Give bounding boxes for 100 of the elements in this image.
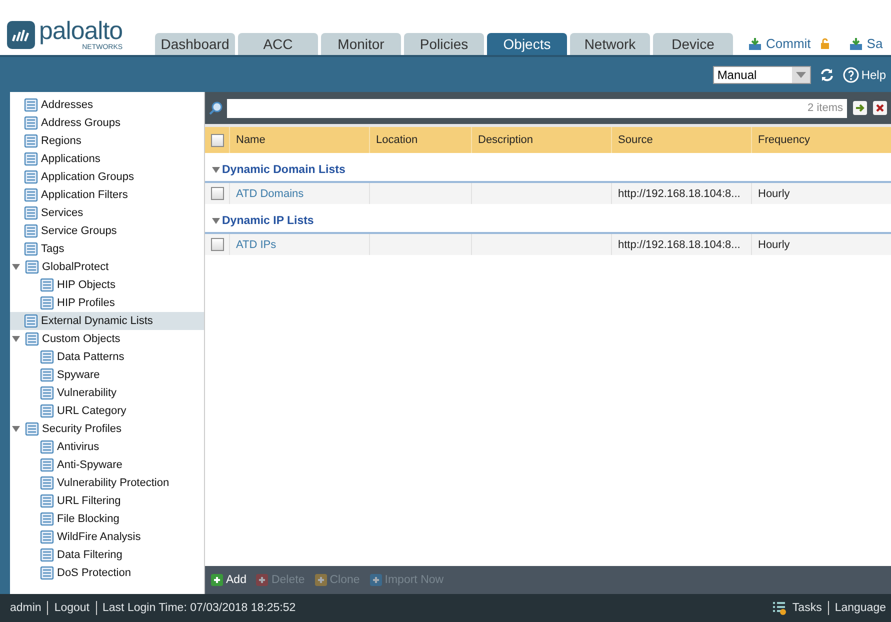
- sidebar-item[interactable]: GlobalProtect: [10, 258, 204, 276]
- list-icon: [40, 566, 54, 580]
- list-icon: [40, 512, 54, 526]
- logo-icon: [7, 21, 35, 49]
- commit-icon: [748, 36, 762, 50]
- sidebar-item[interactable]: HIP Profiles: [10, 294, 204, 312]
- list-icon: [40, 368, 54, 382]
- sidebar-item[interactable]: Addresses: [10, 96, 204, 114]
- sidebar-item[interactable]: Services: [10, 204, 204, 222]
- sidebar-item[interactable]: URL Category: [10, 402, 204, 420]
- sidebar-item[interactable]: Application Filters: [10, 186, 204, 204]
- list-icon: [25, 422, 39, 436]
- plus-icon: [314, 574, 327, 586]
- refresh-icon[interactable]: [820, 68, 834, 82]
- item-count: 2 items: [808, 102, 843, 114]
- last-login-text: Last Login Time: 07/03/2018 18:25:52: [102, 602, 296, 614]
- nav-tab[interactable]: Dashboard: [155, 33, 235, 55]
- nav-tab[interactable]: Device: [653, 33, 733, 55]
- add-button[interactable]: Add: [211, 574, 246, 586]
- header-link[interactable]: Sa: [866, 36, 883, 51]
- sidebar-item[interactable]: Service Groups: [10, 222, 204, 240]
- list-icon: [40, 296, 54, 310]
- select-all-checkbox[interactable]: [210, 134, 224, 146]
- list-icon: [24, 116, 38, 130]
- list-icon: [40, 548, 54, 562]
- row-checkbox[interactable]: [210, 187, 224, 200]
- sidebar-item[interactable]: Tags: [10, 240, 204, 258]
- plus-icon: [211, 574, 223, 586]
- sidebar-item[interactable]: Vulnerability Protection: [10, 474, 204, 492]
- username: admin: [10, 602, 42, 614]
- help-button[interactable]: Help: [843, 66, 886, 82]
- sidebar-item[interactable]: Application Groups: [10, 168, 204, 186]
- save-icon: [848, 36, 863, 50]
- sidebar-item[interactable]: URL Filtering: [10, 492, 204, 510]
- row-name-link[interactable]: ATD Domains: [236, 188, 304, 200]
- plus-icon: [256, 574, 268, 586]
- clear-filter-icon[interactable]: [873, 101, 887, 115]
- sidebar-item[interactable]: Antivirus: [10, 438, 204, 456]
- sidebar-item[interactable]: WildFire Analysis: [10, 528, 204, 546]
- language-link[interactable]: Language: [834, 602, 886, 614]
- column-header[interactable]: Frequency: [751, 127, 891, 153]
- sidebar-item[interactable]: Spyware: [10, 366, 204, 384]
- expand-triangle-icon: [212, 166, 220, 174]
- sidebar-item[interactable]: External Dynamic Lists: [10, 312, 204, 330]
- mode-dropdown[interactable]: Manual: [713, 66, 812, 84]
- list-icon: [25, 332, 39, 346]
- sidebar-item[interactable]: Regions: [10, 132, 204, 150]
- nav-tab[interactable]: Objects: [487, 33, 567, 55]
- logout-link[interactable]: Logout: [54, 602, 90, 614]
- row-checkbox[interactable]: [210, 238, 224, 251]
- list-icon: [40, 404, 54, 418]
- tasks-icon[interactable]: [772, 601, 786, 615]
- table-cell: http://192.168.18.104:8...: [618, 238, 740, 250]
- tasks-link[interactable]: Tasks: [792, 602, 822, 614]
- expand-triangle-icon: [12, 425, 20, 433]
- list-icon: [40, 386, 54, 400]
- sidebar-item[interactable]: HIP Objects: [10, 276, 204, 294]
- list-icon: [40, 494, 54, 508]
- nav-tab[interactable]: Policies: [404, 33, 484, 55]
- sidebar-item[interactable]: Anti-Spyware: [10, 456, 204, 474]
- list-icon: [24, 206, 38, 220]
- sidebar-item[interactable]: Data Filtering: [10, 546, 204, 564]
- list-icon: [24, 134, 38, 148]
- expand-triangle-icon: [12, 263, 20, 271]
- sidebar-item[interactable]: Custom Objects: [10, 330, 204, 348]
- column-header[interactable]: Location: [369, 127, 471, 153]
- nav-tab[interactable]: Network: [570, 33, 650, 55]
- list-icon: [40, 350, 54, 364]
- table-cell: Hourly: [758, 238, 790, 250]
- list-icon: [24, 242, 38, 256]
- table-cell: http://192.168.18.104:8...: [618, 188, 740, 200]
- expand-triangle-icon: [12, 335, 20, 343]
- sidebar-item[interactable]: Vulnerability: [10, 384, 204, 402]
- column-header[interactable]: Name: [229, 127, 369, 153]
- sidebar-item[interactable]: Applications: [10, 150, 204, 168]
- list-icon: [40, 458, 54, 472]
- nav-tab[interactable]: Monitor: [321, 33, 401, 55]
- list-icon: [25, 260, 39, 274]
- logo-name: paloalto: [39, 19, 123, 44]
- list-icon: [40, 476, 54, 490]
- search-field[interactable]: 2 items: [227, 98, 847, 118]
- header-link[interactable]: Commit: [766, 36, 811, 51]
- help-icon: [843, 66, 860, 82]
- list-icon: [40, 530, 54, 544]
- apply-filter-icon[interactable]: [853, 101, 867, 115]
- list-icon: [40, 278, 54, 292]
- sidebar-item[interactable]: Security Profiles: [10, 420, 204, 438]
- sidebar-item[interactable]: Data Patterns: [10, 348, 204, 366]
- nav-tab[interactable]: ACC: [238, 33, 318, 55]
- row-name-link[interactable]: ATD IPs: [236, 238, 276, 250]
- sidebar-item[interactable]: File Blocking: [10, 510, 204, 528]
- table-cell: Hourly: [758, 188, 790, 200]
- list-icon: [24, 170, 38, 184]
- column-header[interactable]: Description: [471, 127, 611, 153]
- column-header[interactable]: Source: [611, 127, 751, 153]
- list-icon: [24, 188, 38, 202]
- sidebar-item[interactable]: Address Groups: [10, 114, 204, 132]
- sidebar-item[interactable]: DoS Protection: [10, 564, 204, 582]
- list-icon: [24, 224, 38, 238]
- list-icon: [24, 98, 38, 112]
